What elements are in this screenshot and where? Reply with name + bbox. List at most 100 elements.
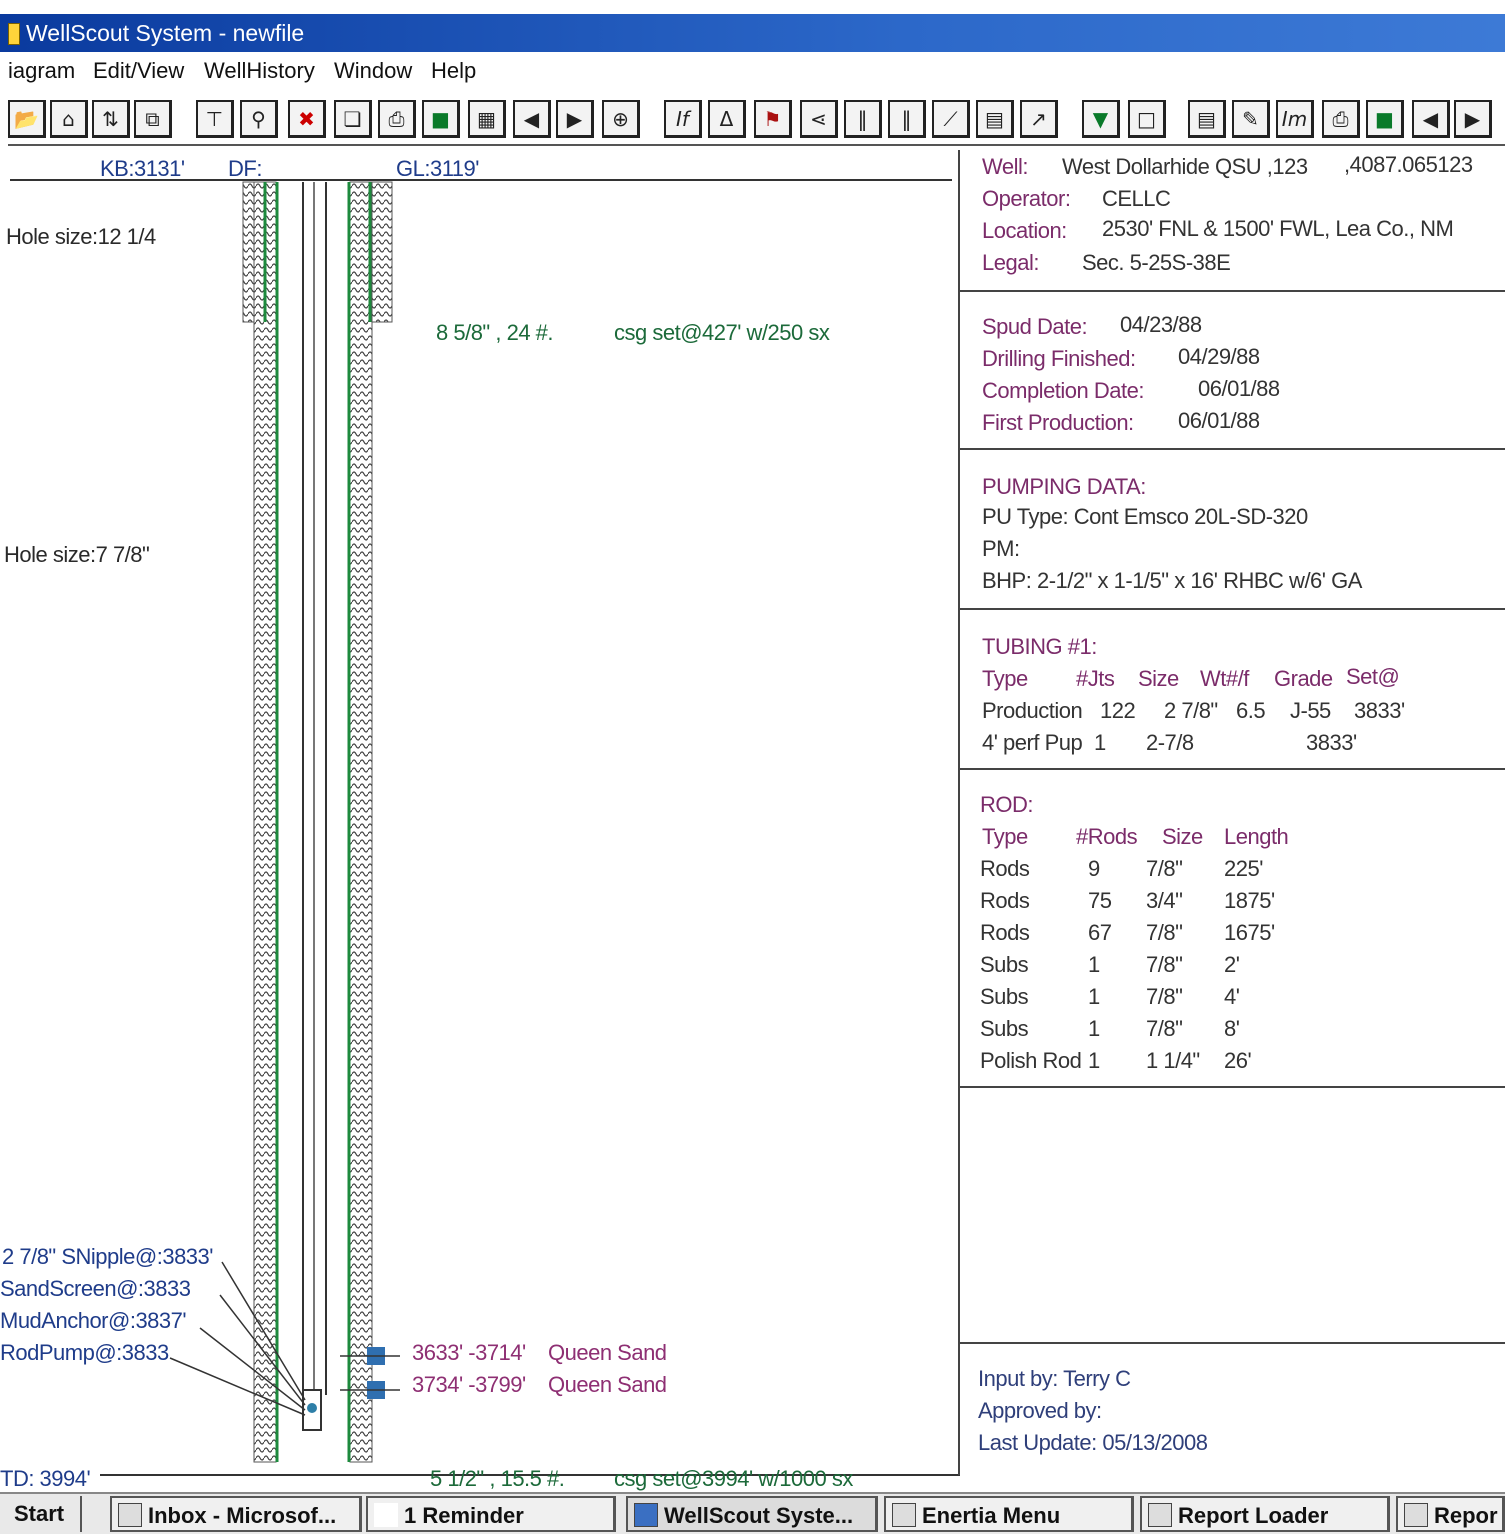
next2-icon[interactable]: ▶ [1454, 100, 1492, 138]
valve-icon[interactable]: ⋖ [800, 100, 838, 138]
pages-icon[interactable]: ❏ [334, 100, 372, 138]
print-icon[interactable]: ⎙ [378, 100, 416, 138]
hole-size-production: Hole size:7 7/8" [4, 542, 150, 567]
print2-icon[interactable]: ⎙ [1322, 100, 1360, 138]
spud-label: Spud Date: [982, 314, 1088, 339]
sort-icon[interactable]: ⇅ [92, 100, 130, 138]
tubing-row-2-jts: 1 [1094, 730, 1106, 755]
line-icon[interactable]: ⟋ [932, 100, 970, 138]
copy-icon[interactable]: ⧉ [134, 100, 172, 138]
im-icon[interactable]: Im [1276, 100, 1314, 138]
total-depth-label: TD: 3994' [0, 1466, 91, 1491]
tubing-row-1-set: 3833' [1354, 698, 1405, 723]
rodpump-label: RodPump@:3833 [0, 1340, 169, 1365]
taskbar-item-wellscout[interactable]: WellScout Syste... [626, 1496, 878, 1532]
rod-row-7-type: Polish Rod [980, 1048, 1082, 1073]
last-update: Last Update: 05/13/2008 [978, 1430, 1208, 1455]
title-bar: WellScout System - newfile [0, 14, 1505, 52]
perf-1-range: 3633' -3714' [412, 1340, 526, 1365]
rod-row-7-length: 26' [1224, 1048, 1252, 1073]
rod-row-4-length: 2' [1224, 952, 1240, 977]
toolbar: 📂 ⌂ ⇅ ⧉ ⊤ ⚲ ✖ ❏ ⎙ ■ ▦ ◀ ▶ ⊕ If Δ ⚑ ⋖ ‖ ‖… [8, 96, 1505, 146]
color-icon[interactable]: ■ [422, 100, 460, 138]
tubing-icon[interactable]: ⊤ [196, 100, 234, 138]
legal-label: Legal: [982, 250, 1039, 275]
first-production-value: 06/01/88 [1178, 408, 1260, 433]
taskbar-item-reminder[interactable]: 1 Reminder [366, 1496, 616, 1532]
edit-icon[interactable]: ✎ [1232, 100, 1270, 138]
df-label: DF: [228, 156, 262, 181]
rod-row-3-rods: 67 [1088, 920, 1112, 945]
tool-icon[interactable]: ↗ [1020, 100, 1058, 138]
notes-icon[interactable]: ▤ [976, 100, 1014, 138]
tubing-col-grade: Grade [1274, 666, 1333, 691]
rod-row-4-rods: 1 [1088, 952, 1100, 977]
home-icon[interactable]: ⌂ [50, 100, 88, 138]
rod-section: ROD: Type #Rods Size Length Rods 9 7/8" 225… [960, 768, 1505, 1088]
zoom-icon[interactable]: ⚲ [240, 100, 278, 138]
menu-help[interactable]: Help [431, 58, 476, 84]
menu-window[interactable]: Window [334, 58, 412, 84]
boot-icon[interactable]: ⚑ [754, 100, 792, 138]
taskbar-item-label: Inbox - Microsof... [148, 1503, 337, 1528]
snipple-label: 2 7/8" SNipple@:3833' [2, 1244, 213, 1269]
next-icon[interactable]: ▶ [556, 100, 594, 138]
taskbar-item-label: WellScout Syste... [664, 1503, 854, 1528]
tubing-row-1-jts: 122 [1100, 698, 1136, 723]
menu-edit-view[interactable]: Edit/View [93, 58, 184, 84]
tubing-col-wt: Wt#/f [1200, 666, 1249, 691]
prev-icon[interactable]: ◀ [513, 100, 551, 138]
taskbar-item-report[interactable]: Repor [1396, 1496, 1505, 1532]
window-title: WellScout System - newfile [26, 20, 305, 46]
bars1-icon[interactable]: ‖ [844, 100, 882, 138]
bars2-icon[interactable]: ‖ [888, 100, 926, 138]
taskbar-item-inbox[interactable]: Inbox - Microsof... [110, 1496, 362, 1532]
rod-row-1-length: 225' [1224, 856, 1263, 881]
sandscreen-label: SandScreen@:3833 [0, 1276, 191, 1301]
taskbar-item-enertia-menu[interactable]: Enertia Menu [884, 1496, 1134, 1532]
completion-label: Completion Date: [982, 378, 1144, 403]
enertia-icon [1148, 1503, 1172, 1527]
rod-row-2-length: 1875' [1224, 888, 1275, 913]
app-icon [8, 23, 20, 45]
tubing-row-1-wt: 6.5 [1236, 698, 1266, 723]
menu-wellhistory[interactable]: WellHistory [204, 58, 315, 84]
taskbar-item-report-loader[interactable]: Report Loader [1140, 1496, 1390, 1532]
surface-casing-set: csg set@427' w/250 sx [614, 320, 830, 345]
rod-row-1-rods: 9 [1088, 856, 1100, 881]
menu-diagram[interactable]: iagram [8, 58, 75, 84]
prev2-icon[interactable]: ◀ [1412, 100, 1450, 138]
rod-heading: ROD: [980, 792, 1034, 817]
chart-icon[interactable]: ▤ [1188, 100, 1226, 138]
rod-col-type: Type [982, 824, 1028, 849]
outlook-icon [118, 1503, 142, 1527]
start-label: Start [14, 1501, 65, 1526]
gl-label: GL:3119' [396, 156, 479, 181]
approved-by: Approved by: [978, 1398, 1102, 1423]
perf-2-zone: Queen Sand [548, 1372, 667, 1397]
operator-label: Operator: [982, 186, 1071, 211]
delete-icon[interactable]: ✖ [288, 100, 326, 138]
blank-section [960, 1086, 1505, 1344]
derrick-icon[interactable]: Δ [708, 100, 746, 138]
rod-row-2-size: 3/4" [1146, 888, 1183, 913]
input-by: Input by: Terry C [978, 1366, 1131, 1391]
location-value: 2530' FNL & 1500' FWL, Lea Co., NM [1102, 216, 1454, 241]
spud-value: 04/23/88 [1120, 312, 1202, 337]
grid-icon[interactable]: ▦ [468, 100, 506, 138]
surface-casing-size: 8 5/8" , 24 #. [436, 320, 554, 345]
start-button[interactable]: Start [0, 1496, 82, 1532]
info-icon[interactable]: If [664, 100, 702, 138]
blank-icon[interactable]: □ [1128, 100, 1166, 138]
completion-value: 06/01/88 [1198, 376, 1280, 401]
well-diagram: KB:3131' DF: GL:3119' Hole size:12 1/4 H… [0, 150, 960, 1491]
location-label: Location: [982, 218, 1067, 243]
open-icon[interactable]: 📂 [8, 100, 46, 138]
rod-row-5-type: Subs [980, 984, 1029, 1009]
rod-row-6-rods: 1 [1088, 1016, 1100, 1041]
pumping-section: PUMPING DATA: PU Type: Cont Emsco 20L-SD… [960, 448, 1505, 610]
shield-icon[interactable]: ▼ [1082, 100, 1120, 138]
rod-row-3-type: Rods [980, 920, 1030, 945]
color2-icon[interactable]: ■ [1366, 100, 1404, 138]
wellhead-icon[interactable]: ⊕ [602, 100, 640, 138]
